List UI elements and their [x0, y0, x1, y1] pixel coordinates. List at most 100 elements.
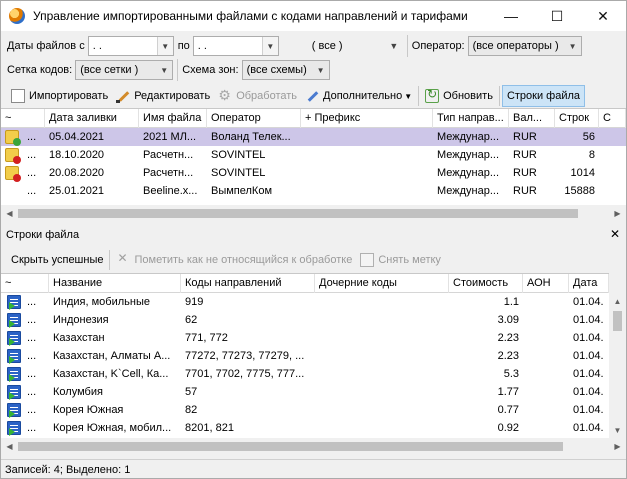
table-row[interactable]: ... 05.04.2021 2021 МЛ... Воланд Телек... Ме… — [1, 128, 626, 146]
hide-success-button[interactable]: Скрыть успешные — [7, 249, 107, 271]
table-row[interactable]: ... Казахстан 771, 772 2.23 01.04. — [1, 329, 609, 347]
row-icon-cell — [1, 182, 23, 200]
chevron-down-icon[interactable]: ▼ — [261, 37, 278, 55]
mark-ignored-button[interactable]: Пометить как не относящийся к обработке — [112, 249, 356, 271]
grid-select[interactable]: (все сетки ) ▼ — [75, 60, 174, 80]
table-row[interactable]: ... 18.10.2020 Расчетн... SOVINTEL Междунар.… — [1, 146, 626, 164]
main-window: Управление импортированными файлами с ко… — [0, 0, 627, 479]
table-row[interactable]: ... Казахстан, Алматы А... 77272, 77273, 7… — [1, 347, 609, 365]
column-header[interactable]: Дата заливки — [45, 109, 139, 128]
date-to-value: . . — [197, 40, 207, 52]
scroll-thumb[interactable] — [18, 442, 563, 451]
chevron-down-icon[interactable]: ▼ — [386, 37, 402, 55]
scroll-left-icon[interactable]: ◀ — [1, 205, 18, 222]
column-header[interactable]: Вал... — [509, 109, 555, 128]
cell-operator: SOVINTEL — [211, 167, 266, 179]
refresh-button[interactable]: Обновить — [421, 85, 497, 107]
refresh-label: Обновить — [443, 90, 493, 102]
table-row[interactable]: ... 25.01.2021 Beeline.x... ВымпелКом Междун… — [1, 182, 626, 200]
scroll-right-icon[interactable]: ▶ — [609, 205, 626, 222]
process-label: Обработать — [236, 90, 298, 102]
gear-icon — [218, 87, 232, 104]
table-row[interactable]: ... Колумбия 57 1.77 01.04. — [1, 383, 609, 401]
column-header[interactable]: Коды направлений — [181, 274, 315, 293]
row-icon-cell — [1, 329, 23, 347]
column-header[interactable]: Строк — [555, 109, 599, 128]
divider — [498, 86, 500, 106]
process-button[interactable]: Обработать — [214, 85, 301, 107]
to-label: по — [177, 40, 190, 52]
row-icon-cell — [1, 311, 23, 329]
column-header[interactable]: Имя файла — [139, 109, 207, 128]
column-header[interactable]: Оператор — [207, 109, 301, 128]
chevron-down-icon[interactable]: ▼ — [156, 37, 173, 55]
scroll-right-icon[interactable]: ▶ — [609, 438, 626, 455]
zone-select[interactable]: (все схемы) ▼ — [241, 60, 330, 80]
cell-name: Казахстан, Алматы А... — [53, 350, 171, 362]
lines-vscrollbar[interactable]: ▲ ▼ — [609, 293, 626, 439]
column-header[interactable]: ~ — [1, 274, 49, 293]
chevron-down-icon[interactable]: ▼ — [565, 37, 581, 55]
table-row[interactable]: ... Корея Южная, мобил... 8201, 821 0.92 01.… — [1, 419, 609, 437]
cell-child — [315, 419, 449, 437]
import-line-icon — [7, 403, 21, 418]
column-header[interactable]: Тип направ... — [433, 109, 509, 128]
column-header[interactable]: Название — [49, 274, 181, 293]
table-row[interactable]: ... Казахстан, K`Cell, Ка... 7701, 7702, 7… — [1, 365, 609, 383]
date-from-picker[interactable]: . . ▼ — [87, 36, 174, 56]
row-icon-cell — [1, 128, 23, 146]
scroll-thumb[interactable] — [613, 311, 622, 331]
maximize-button[interactable]: ☐ — [534, 1, 580, 31]
cell-mark: ... — [27, 149, 37, 161]
app-icon — [9, 8, 25, 24]
column-header[interactable]: + Префикс — [301, 109, 433, 128]
column-header[interactable]: ~ — [1, 109, 45, 128]
cell-mark: ... — [27, 296, 37, 308]
scroll-down-icon[interactable]: ▼ — [609, 422, 626, 439]
close-button[interactable]: ✕ — [580, 1, 626, 31]
column-header[interactable]: Дочерние коды — [315, 274, 449, 293]
wand-icon — [305, 89, 319, 103]
cell-cost: 1.1 — [503, 296, 519, 308]
pencil-icon — [116, 89, 130, 103]
scroll-up-icon[interactable]: ▲ — [609, 293, 626, 310]
column-header[interactable]: Дата — [569, 274, 609, 293]
files-hscrollbar[interactable]: ◀ ▶ — [1, 205, 626, 222]
column-header[interactable]: АОН — [523, 274, 569, 293]
table-row[interactable]: ... Индонезия 62 3.09 01.04. — [1, 311, 609, 329]
cross-icon — [116, 251, 130, 267]
chevron-down-icon[interactable]: ▼ — [156, 61, 172, 79]
unmark-button[interactable]: Снять метку — [356, 249, 445, 271]
more-button[interactable]: Дополнительно ▼ — [301, 85, 416, 107]
table-row[interactable]: ... 20.08.2020 Расчетн... SOVINTEL Междунар.… — [1, 164, 626, 182]
import-line-icon — [7, 421, 21, 436]
panel-close-button[interactable]: ✕ — [610, 227, 620, 241]
cell-aon — [523, 383, 569, 401]
zone-value: (все схемы) — [246, 64, 307, 76]
period-select[interactable]: ( все ) ▼ — [299, 36, 403, 56]
column-header[interactable]: Стоимость — [449, 274, 523, 293]
scroll-left-icon[interactable]: ◀ — [1, 438, 18, 455]
cell-name: Казахстан — [53, 332, 105, 344]
date-to-picker[interactable]: . . ▼ — [192, 36, 279, 56]
scroll-thumb[interactable] — [18, 209, 578, 218]
row-icon-cell — [1, 347, 23, 365]
status-bar: Записей: 4; Выделено: 1 — [1, 459, 626, 479]
operator-select[interactable]: (все операторы ) ▼ — [467, 36, 582, 56]
cell-codes: 82 — [185, 404, 198, 416]
import-button[interactable]: Импортировать — [7, 85, 112, 107]
column-header[interactable]: С — [599, 109, 626, 128]
title-bar[interactable]: Управление импортированными файлами с ко… — [1, 1, 626, 31]
file-lines-toggle[interactable]: Строки файла — [501, 85, 586, 107]
table-row[interactable]: ... Корея Южная 82 0.77 01.04. — [1, 401, 609, 419]
chevron-down-icon[interactable]: ▼ — [313, 61, 329, 79]
edit-button[interactable]: Редактировать — [112, 85, 214, 107]
import-icon — [11, 89, 25, 103]
table-row[interactable]: ... Индия, мобильные 919 1.1 01.04. — [1, 293, 609, 311]
cell-cost: 2.23 — [497, 350, 519, 362]
cell-aon — [523, 401, 569, 419]
lines-hscrollbar[interactable]: ◀ ▶ — [1, 438, 626, 455]
minimize-button[interactable]: — — [488, 1, 534, 31]
chevron-down-icon: ▼ — [404, 91, 413, 101]
cell-file: Расчетн... — [143, 167, 194, 179]
